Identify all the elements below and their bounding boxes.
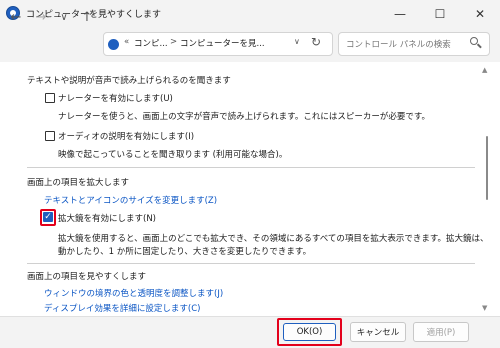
refresh-icon[interactable]: ↻: [311, 35, 321, 49]
apply-button[interactable]: 適用(P): [413, 322, 469, 342]
magnifier-description-line1: 拡大鏡を使用すると、画面上のどこでも拡大でき、その領域にあるすべての項目を拡大表…: [58, 234, 489, 244]
ok-button[interactable]: OK(O): [283, 323, 336, 341]
narrator-label[interactable]: ナレーターを有効にします(U): [58, 92, 173, 104]
scrollbar-thumb[interactable]: [486, 136, 488, 200]
minimize-button[interactable]: —: [380, 0, 420, 28]
search-icon[interactable]: [470, 37, 478, 45]
cancel-button[interactable]: キャンセル: [350, 322, 406, 342]
scroll-down-icon[interactable]: ▼: [482, 304, 487, 312]
narrator-checkbox[interactable]: [45, 93, 55, 103]
address-overflow-icon[interactable]: «: [124, 37, 129, 47]
display-effects-link[interactable]: ディスプレイ効果を詳細に設定します(C): [44, 302, 200, 314]
section-heading-hear: テキストや説明が音声で読み上げられるのを聞きます: [27, 76, 231, 86]
breadcrumb-current[interactable]: コンピューターを見...: [180, 37, 265, 49]
address-dropdown-icon[interactable]: ∨: [294, 37, 300, 46]
magnifier-label[interactable]: 拡大鏡を有効にします(N): [58, 212, 156, 224]
close-button[interactable]: ✕: [460, 0, 500, 28]
narrator-description: ナレーターを使うと、画面上の文字が音声で読み上げられます。これにはスピーカーが必…: [58, 112, 430, 122]
audio-description-text: 映像で起こっていることを聞き取ります (利用可能な場合)。: [58, 150, 288, 160]
section-heading-enlarge: 画面上の項目を拡大します: [27, 178, 130, 188]
scroll-up-icon[interactable]: ▲: [482, 66, 487, 74]
divider: [27, 167, 475, 168]
breadcrumb-control-panel[interactable]: コンピ...: [134, 37, 168, 49]
forward-arrow-icon[interactable]: →: [31, 7, 51, 27]
maximize-button[interactable]: ☐: [420, 0, 460, 28]
audio-description-label[interactable]: オーディオの説明を有効にします(I): [58, 130, 194, 142]
back-arrow-icon[interactable]: ←: [6, 7, 26, 27]
section-heading-visible: 画面上の項目を見やすくします: [27, 272, 147, 282]
recent-locations-chevron-icon[interactable]: ∨: [54, 7, 74, 27]
audio-description-checkbox[interactable]: [45, 131, 55, 141]
window-border-color-link[interactable]: ウィンドウの境界の色と透明度を調整します(J): [44, 287, 223, 299]
search-input[interactable]: コントロール パネルの検索: [346, 38, 451, 50]
breadcrumb-separator-icon[interactable]: >: [170, 37, 177, 47]
magnifier-checkbox[interactable]: ✓: [43, 212, 53, 222]
change-text-size-link[interactable]: テキストとアイコンのサイズを変更します(Z): [44, 194, 217, 206]
up-arrow-icon[interactable]: ↑: [77, 7, 97, 27]
magnifier-description-line2: 動かしたり、1 か所に固定したり、大きさを変更したりできます。: [58, 247, 312, 257]
control-panel-small-icon: [108, 39, 119, 50]
divider: [27, 263, 475, 264]
